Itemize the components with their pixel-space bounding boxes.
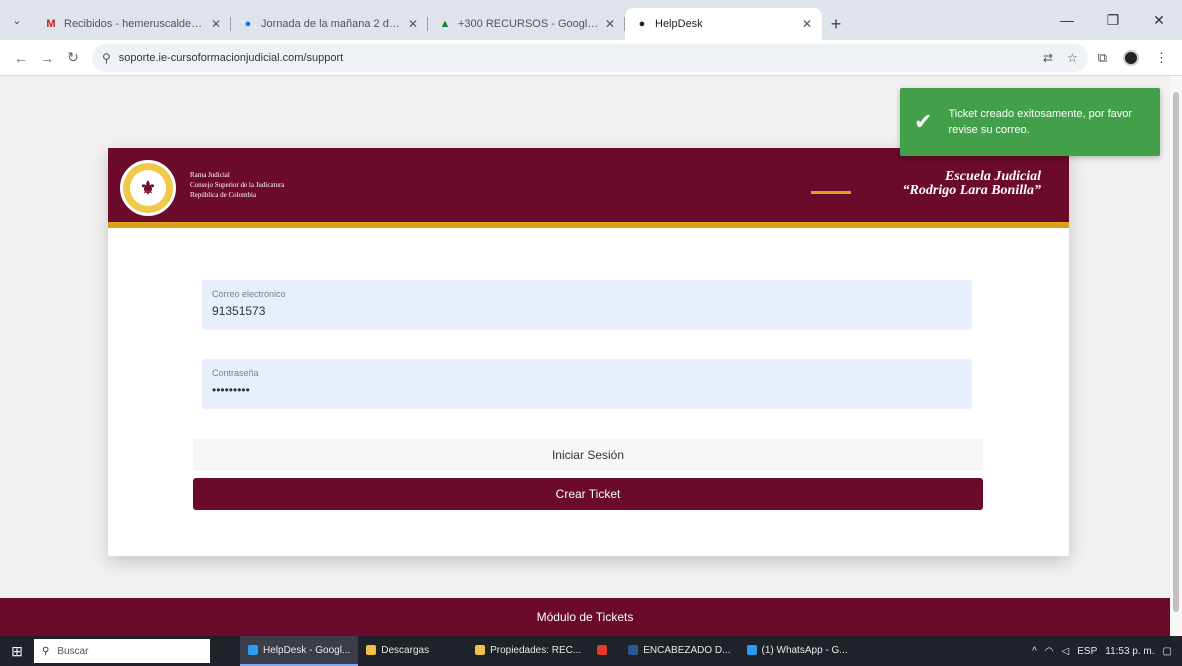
extensions-icon[interactable]: ⧉ <box>1098 50 1107 66</box>
taskbar-app-label: ENCABEZADO D... <box>643 644 731 656</box>
back-icon[interactable]: ← <box>8 50 34 66</box>
new-tab-button[interactable]: + <box>822 8 850 40</box>
taskbar-app[interactable]: HelpDesk - Googl... <box>240 636 359 666</box>
browser-tab-strip: ⌄ M Recibidos - hemeruscalderon@... ✕ ● … <box>0 0 1182 40</box>
close-window-icon[interactable]: ✕ <box>1136 0 1182 40</box>
email-field[interactable]: Correo electrónico 91351573 <box>202 280 972 330</box>
tab-title: +300 RECURSOS - Google Dri... <box>458 18 599 30</box>
gold-divider <box>811 191 851 194</box>
windows-start-icon[interactable]: ⊞ <box>0 636 34 666</box>
wifi-icon[interactable]: ◠ <box>1045 646 1054 657</box>
close-tab-icon[interactable]: ✕ <box>605 17 615 31</box>
tab-title: Jornada de la mañana 2 de ju... <box>261 18 402 30</box>
clock[interactable]: 11:53 p. m. <box>1105 646 1154 657</box>
browser-tab-meet[interactable]: ● Jornada de la mañana 2 de ju... ✕ <box>231 8 428 40</box>
window-controls: — ❐ ✕ <box>1044 0 1182 40</box>
scrollbar-thumb[interactable] <box>1173 92 1179 612</box>
search-icon: ⚲ <box>42 645 50 657</box>
login-card: ⚜ Rama Judicial Consejo Superior de la J… <box>108 148 1069 556</box>
minimize-icon[interactable]: — <box>1044 0 1090 40</box>
taskbar-app-label: Descargas <box>381 644 430 656</box>
browser-tab-drive[interactable]: ▲ +300 RECURSOS - Google Dri... ✕ <box>428 8 625 40</box>
browser-toolbar: ← → ↻ ⚲ soporte.ie-cursoformacionjudicia… <box>0 40 1182 76</box>
site-info-icon[interactable]: ⚲ <box>102 51 111 65</box>
notifications-icon[interactable]: ▢ <box>1163 646 1172 657</box>
translate-icon[interactable]: ⇄ <box>1043 51 1053 65</box>
meet-icon: ● <box>244 18 252 30</box>
taskbar-app-label: HelpDesk - Googl... <box>263 644 351 656</box>
login-button[interactable]: Iniciar Sesión <box>193 439 983 471</box>
gmail-icon: M <box>46 18 56 30</box>
url-text: soporte.ie-cursoformacionjudicial.com/su… <box>118 51 344 64</box>
password-label: Contraseña <box>212 368 259 378</box>
browser-tab-gmail[interactable]: M Recibidos - hemeruscalderon@... ✕ <box>34 8 231 40</box>
create-ticket-button[interactable]: Crear Ticket <box>193 478 983 510</box>
password-value[interactable]: ••••••••• <box>212 383 250 397</box>
forward-icon[interactable]: → <box>34 50 60 66</box>
volume-icon[interactable]: ◁ <box>1062 646 1070 657</box>
header-banner: ⚜ Rama Judicial Consejo Superior de la J… <box>108 148 1069 228</box>
school-line: “Rodrigo Lara Bonilla” <box>902 183 1041 198</box>
search-placeholder: Buscar <box>57 645 89 657</box>
taskbar-app[interactable]: (1) WhatsApp - G... <box>739 636 856 666</box>
tab-title: HelpDesk <box>655 18 703 30</box>
close-tab-icon[interactable]: ✕ <box>211 17 221 31</box>
toast-message: Ticket creado exitosamente, por favor re… <box>948 108 1133 136</box>
close-tab-icon[interactable]: ✕ <box>408 17 418 31</box>
menu-kebab-icon[interactable]: ⋮ <box>1155 50 1168 66</box>
drive-icon: ▲ <box>439 18 451 30</box>
reload-icon[interactable]: ↻ <box>60 49 86 66</box>
address-bar[interactable]: ⚲ soporte.ie-cursoformacionjudicial.com/… <box>92 43 1088 72</box>
chevron-up-icon[interactable]: ^ <box>1032 646 1037 657</box>
chrome-icon <box>248 645 258 655</box>
system-tray: ^ ◠ ◁ ESP 11:53 p. m. ▢ <box>1032 646 1182 657</box>
taskbar-app-label: (1) WhatsApp - G... <box>761 644 848 656</box>
email-value[interactable]: 91351573 <box>212 304 265 318</box>
org-line: Consejo Superior de la Judicatura <box>190 181 285 189</box>
footer-text: Módulo de Tickets <box>536 610 634 624</box>
taskbar-search[interactable]: ⚲ Buscar <box>34 639 210 663</box>
profile-avatar[interactable] <box>1123 49 1139 66</box>
chrome-icon <box>746 645 757 655</box>
school-title: Escuela Judicial “Rodrigo Lara Bonilla” <box>811 169 1041 198</box>
bookmark-star-icon[interactable]: ☆ <box>1067 51 1078 65</box>
restore-icon[interactable]: ❐ <box>1090 0 1136 40</box>
organization-text: Rama Judicial Consejo Superior de la Jud… <box>190 170 284 200</box>
taskbar-app[interactable]: Descargas <box>358 636 437 666</box>
success-toast: ✔ Ticket creado exitosamente, por favor … <box>900 88 1160 156</box>
password-field[interactable]: Contraseña ••••••••• <box>202 359 972 409</box>
coat-of-arms-icon: ⚜ <box>120 160 176 216</box>
close-tab-icon[interactable]: ✕ <box>802 17 812 31</box>
language-indicator[interactable]: ESP <box>1077 646 1097 657</box>
word-icon <box>628 645 639 655</box>
windows-taskbar: ⊞ ⚲ Buscar HelpDesk - Googl... Descargas… <box>0 636 1182 666</box>
browser-tab-helpdesk[interactable]: ● HelpDesk ✕ <box>625 8 822 40</box>
page-footer: Módulo de Tickets <box>0 598 1170 636</box>
checkmark-icon: ✔ <box>914 109 933 134</box>
tab-search-icon[interactable]: ⌄ <box>0 0 34 40</box>
taskbar-pdf-icon[interactable] <box>589 636 620 666</box>
pdf-icon <box>597 645 608 655</box>
page-scrollbar[interactable] <box>1170 76 1182 636</box>
org-line: Rama Judicial <box>190 171 230 179</box>
folder-icon <box>366 645 377 655</box>
tab-title: Recibidos - hemeruscalderon@... <box>64 18 205 30</box>
org-line: República de Colombia <box>190 191 257 199</box>
helpdesk-icon: ● <box>638 18 646 30</box>
school-line: Escuela Judicial <box>944 169 1041 184</box>
taskbar-app[interactable]: ENCABEZADO D... <box>620 636 738 666</box>
folder-icon <box>475 645 486 655</box>
taskbar-app[interactable]: Propiedades: REC... <box>467 636 589 666</box>
taskbar-app-label: Propiedades: REC... <box>490 644 582 656</box>
email-label: Correo electrónico <box>212 289 286 299</box>
